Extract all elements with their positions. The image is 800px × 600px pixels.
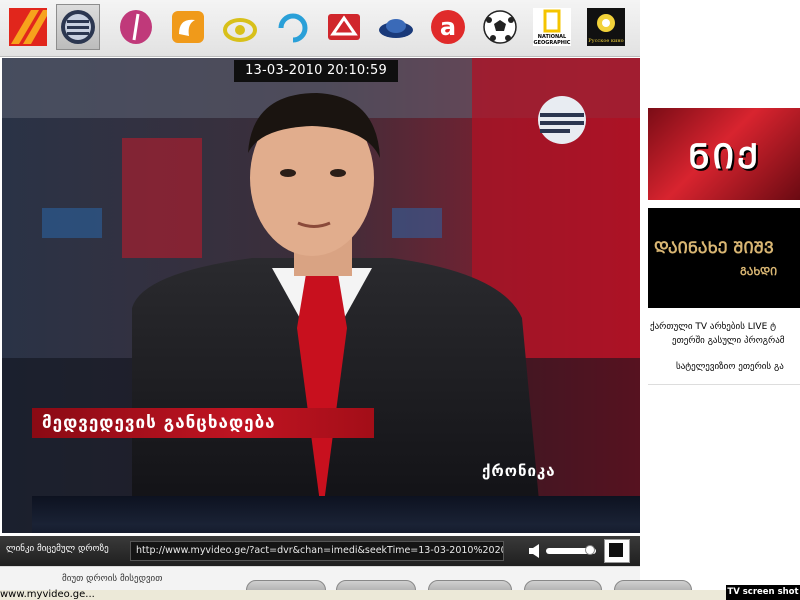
channel-button-6[interactable] <box>270 4 314 50</box>
sidebar-divider <box>648 384 800 385</box>
soccer-ball-icon <box>483 10 517 44</box>
imedi-globe-logo-icon <box>61 10 95 44</box>
page: a NATIONAL GEOGRAPHIC Русское кино მედვე… <box>0 0 800 600</box>
channel-button-russkoe-kino[interactable]: Русское кино <box>584 4 628 50</box>
ad-subheadline: ᲒᲐᲮᲓᲘ <box>740 265 778 278</box>
share-url-field[interactable]: http://www.myvideo.ge/?act=dvr&chan=imed… <box>130 541 504 561</box>
channel-bar: a NATIONAL GEOGRAPHIC Русское кино <box>0 0 640 57</box>
russkoe-kino-label: Русское кино <box>588 38 623 44</box>
channel-button-7[interactable] <box>322 4 366 50</box>
red-a-logo-icon: a <box>431 10 465 44</box>
channel-button-10[interactable] <box>478 4 522 50</box>
sidebar-text-programs: ეთერში გასული პროგრამ <box>672 336 785 346</box>
ad-headline: ᲓᲐᲘᲜᲐᲮᲔ ᲨᲘᲨᲕ <box>654 238 774 257</box>
program-logo: ქრონიკა <box>482 462 556 480</box>
red-emblem-logo-icon <box>328 14 360 40</box>
russkoe-kino-logo-icon: Русское кино <box>587 8 625 46</box>
video-timestamp: 13-03-2010 20:10:59 <box>234 60 398 82</box>
ticker-band <box>32 496 640 533</box>
channel-button-1[interactable] <box>6 4 50 50</box>
channel-button-5[interactable] <box>218 4 262 50</box>
channel-button-9[interactable]: a <box>426 4 470 50</box>
browser-status-bar <box>0 590 800 600</box>
volume-icon[interactable] <box>528 543 542 559</box>
ad-box[interactable]: ᲓᲐᲘᲜᲐᲮᲔ ᲨᲘᲨᲕ ᲒᲐᲮᲓᲘ <box>648 208 800 308</box>
watermark-label: TV screen shot <box>726 585 800 600</box>
svg-text:a: a <box>440 13 456 41</box>
orange-swirl-logo-icon <box>172 11 204 43</box>
channel-button-3[interactable] <box>114 4 158 50</box>
natgeo-label-line2: GEOGRAPHIC <box>534 40 571 46</box>
sidebar-link-tv-archive[interactable]: სატელევიზიო ეთერის გა <box>676 362 784 372</box>
fullscreen-button[interactable] <box>604 539 630 563</box>
sidebar-link-live-tv[interactable]: ქართული TV არხების LIVE ტ <box>650 322 776 332</box>
channel-button-national-geographic[interactable]: NATIONAL GEOGRAPHIC <box>530 4 574 50</box>
blue-disc-logo-icon <box>379 19 413 38</box>
link-at-time-label: ლინკი მიცემულ დროზე <box>6 544 109 554</box>
news-headline: მედვედევის განცხადება <box>32 408 374 438</box>
channel-button-8[interactable] <box>374 4 418 50</box>
promo-banner[interactable]: ᲜᲘᲥ <box>648 108 800 200</box>
promo-banner-text: ᲜᲘᲥ <box>688 137 762 177</box>
time-search-caption: მიუთ დროის მისედვით <box>62 574 163 584</box>
orange-stripes-logo-icon <box>9 8 47 46</box>
video-player[interactable]: მედვედევის განცხადება ქრონიკა <box>2 58 640 533</box>
status-url: www.myvideo.ge... <box>0 589 95 600</box>
pink-oval-logo-icon <box>120 10 152 44</box>
blue-arc-logo-icon <box>278 13 308 43</box>
on-screen-channel-logo <box>538 96 586 144</box>
channel-button-imedi[interactable] <box>56 4 100 50</box>
volume-slider-handle[interactable] <box>585 545 595 555</box>
right-sidebar: ᲜᲘᲥ ᲓᲐᲘᲜᲐᲮᲔ ᲨᲘᲨᲕ ᲒᲐᲮᲓᲘ ქართული TV არხები… <box>648 108 800 388</box>
channel-button-4[interactable] <box>166 4 210 50</box>
national-geographic-logo-icon: NATIONAL GEOGRAPHIC <box>533 8 571 46</box>
yellow-swirl-logo-icon <box>223 18 257 42</box>
